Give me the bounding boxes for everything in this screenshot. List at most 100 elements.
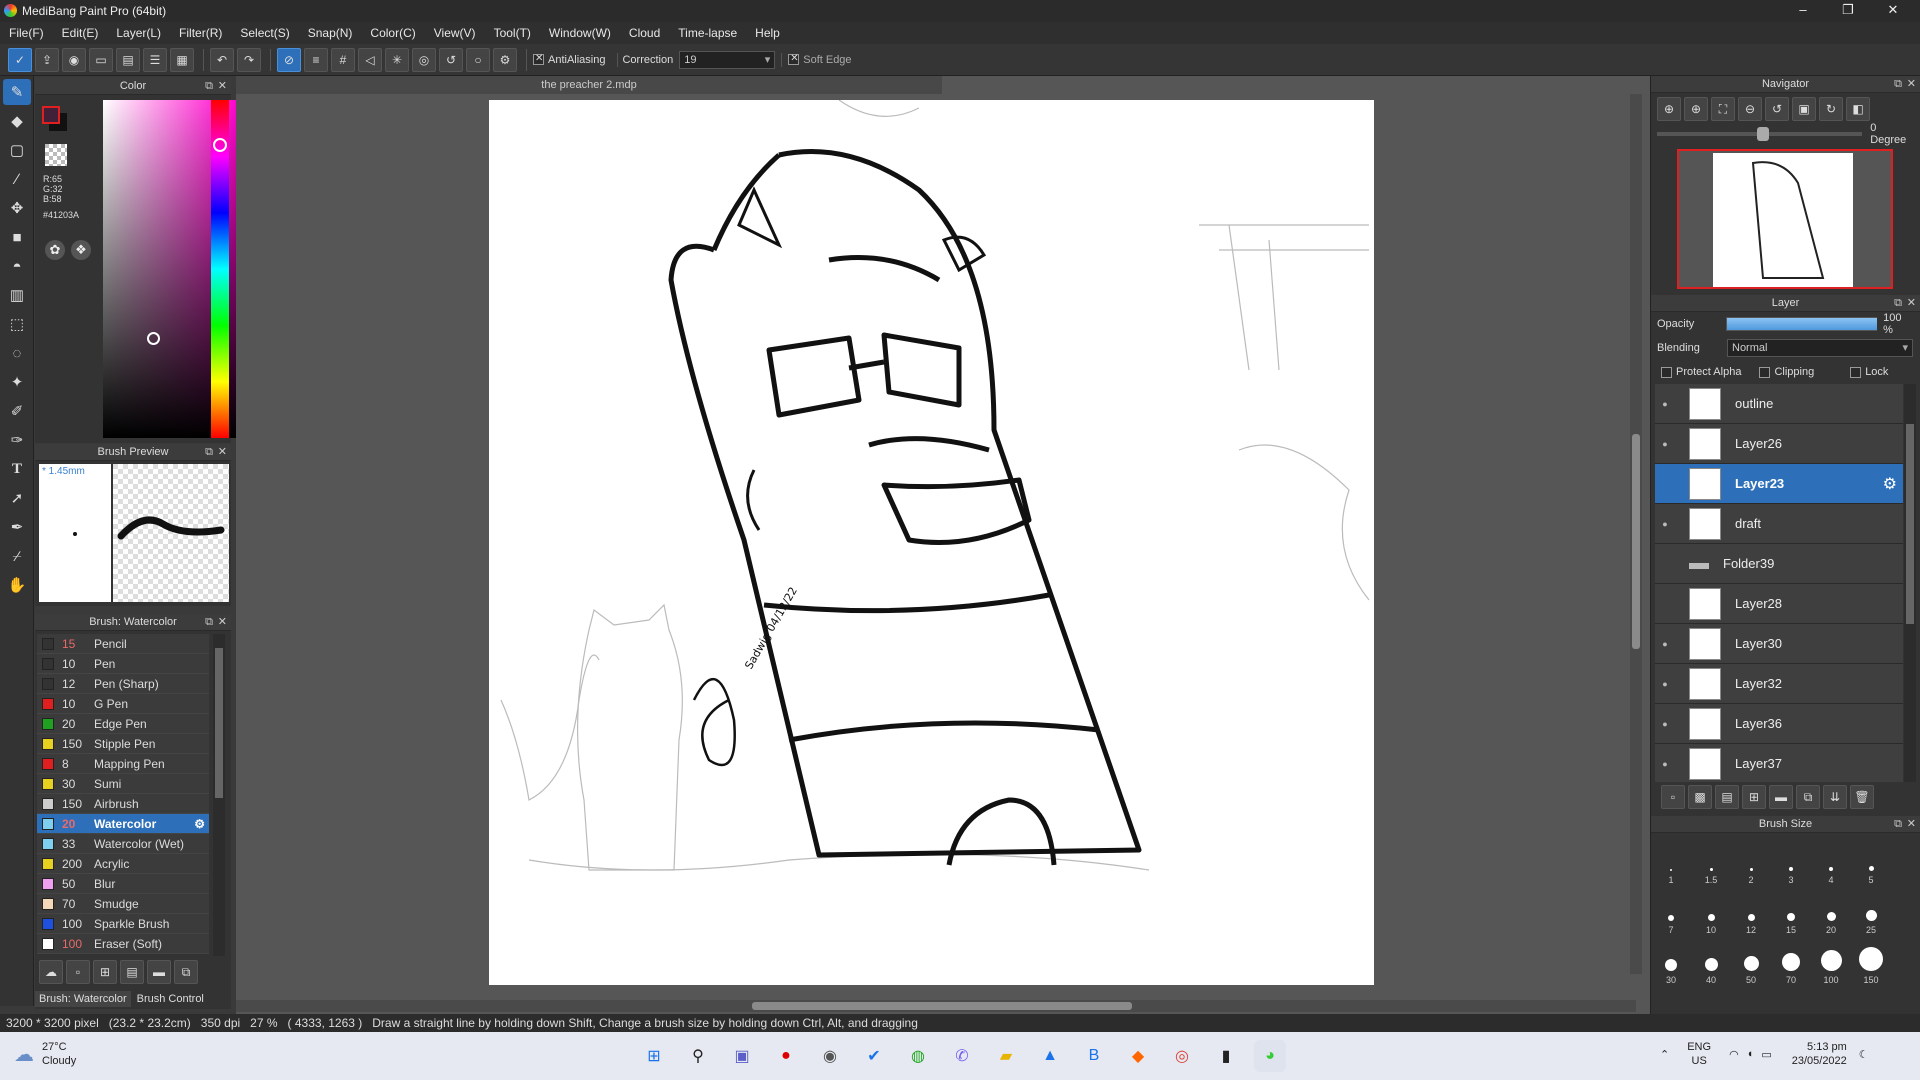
eraser-tool-icon[interactable]: ◆ — [3, 108, 31, 134]
operation-tool-icon[interactable]: ➚ — [3, 485, 31, 511]
todo-icon[interactable]: ✔ — [858, 1040, 890, 1072]
new-folder-icon[interactable]: ▬ — [1769, 785, 1793, 809]
line-tool-icon[interactable]: ∕ — [3, 166, 31, 192]
duplicate-layer-icon[interactable]: ⧉ — [1796, 785, 1820, 809]
layer-item[interactable]: ● Layer26 — [1655, 424, 1903, 464]
select-pen-tool-icon[interactable]: ✐ — [3, 398, 31, 424]
menu-select[interactable]: Select(S) — [231, 22, 298, 44]
layer-folder[interactable]: ▬ Folder39 — [1655, 544, 1903, 584]
menu-window[interactable]: Window(W) — [540, 22, 620, 44]
rotation-slider[interactable] — [1657, 127, 1863, 141]
volume-icon[interactable]: ◖ — [1747, 1048, 1754, 1060]
vertical-scroll-thumb[interactable] — [1632, 434, 1640, 649]
visibility-icon[interactable]: ● — [1655, 759, 1675, 769]
notification-icon[interactable]: ☾ — [1859, 1048, 1869, 1061]
record-icon[interactable]: ● — [770, 1040, 802, 1072]
lock-checkbox[interactable] — [1850, 366, 1862, 378]
redo-icon[interactable]: ↷ — [237, 47, 261, 72]
brush-item[interactable]: 200 Acrylic — [37, 854, 209, 874]
page-list-icon[interactable]: ☰ — [143, 47, 167, 72]
snap-cross-icon[interactable]: # — [331, 47, 355, 72]
detach-icon[interactable]: ⧉ — [1894, 295, 1902, 312]
snap-off-icon[interactable]: ⊘ — [277, 47, 301, 72]
battery-icon[interactable]: ▭ — [1761, 1048, 1771, 1061]
brush-item[interactable]: 10 Pen — [37, 654, 209, 674]
close-panel-icon[interactable]: ✕ — [1907, 295, 1916, 312]
brush-size-option[interactable]: 100 — [1811, 935, 1851, 985]
close-panel-icon[interactable]: ✕ — [1907, 816, 1916, 833]
flip-icon[interactable]: ◧ — [1846, 97, 1870, 121]
close-panel-icon[interactable]: ✕ — [218, 444, 227, 461]
snap-curve-icon[interactable]: ↺ — [439, 47, 463, 72]
layer-item[interactable]: ● outline — [1655, 384, 1903, 424]
opacity-slider[interactable] — [1726, 317, 1878, 331]
hue-slider[interactable] — [211, 100, 229, 438]
transparent-color-swatch[interactable] — [45, 144, 67, 166]
layer-item[interactable]: ● draft — [1655, 504, 1903, 544]
brush-item[interactable]: 150 Airbrush — [37, 794, 209, 814]
tab-brush[interactable]: Brush: Watercolor — [35, 991, 131, 1007]
close-panel-icon[interactable]: ✕ — [218, 78, 227, 95]
chat-icon[interactable]: ▣ — [726, 1040, 758, 1072]
rotate-right-icon[interactable]: ↻ — [1819, 97, 1843, 121]
tab-brush-control[interactable]: Brush Control — [131, 991, 210, 1007]
language-indicator[interactable]: ENG US — [1687, 1040, 1711, 1068]
visibility-icon[interactable]: ● — [1655, 519, 1675, 529]
brush-item[interactable]: 12 Pen (Sharp) — [37, 674, 209, 694]
layer-item[interactable]: ● Layer30 — [1655, 624, 1903, 664]
brush-item[interactable]: 100 Eraser (Soft) — [37, 934, 209, 954]
color-picker-handle[interactable] — [147, 332, 160, 345]
snap-settings-icon[interactable]: ⚙ — [493, 47, 517, 72]
start-icon[interactable]: ⊞ — [638, 1040, 670, 1072]
brave-icon[interactable]: ◆ — [1122, 1040, 1154, 1072]
layer-settings-gear-icon[interactable]: ⚙ — [1883, 474, 1897, 494]
brush-item[interactable]: 20 Watercolor ⚙ — [37, 814, 209, 834]
drawing-canvas[interactable]: Sadwig 04/12/22 — [489, 99, 1374, 985]
layer-item[interactable]: ● Layer37 — [1655, 744, 1903, 782]
snap-ellipse-icon[interactable]: ○ — [466, 47, 490, 72]
protect-alpha-checkbox[interactable] — [1661, 366, 1672, 378]
detach-icon[interactable]: ⧉ — [1894, 816, 1902, 833]
delete-layer-icon[interactable]: 🗑 — [1850, 785, 1874, 809]
brush-size-option[interactable]: 1.5 — [1691, 835, 1731, 885]
document-tab[interactable]: the preacher 2.mdp — [236, 76, 942, 94]
brush-item[interactable]: 70 Smudge — [37, 894, 209, 914]
brush-item[interactable]: 150 Stipple Pen — [37, 734, 209, 754]
text-tool-icon[interactable]: T — [3, 456, 31, 482]
new-layer-icon[interactable]: ▫ — [1661, 785, 1685, 809]
detach-icon[interactable]: ⧉ — [205, 78, 213, 95]
brush-size-option[interactable]: 40 — [1691, 935, 1731, 985]
magic-wand-tool-icon[interactable]: ✦ — [3, 369, 31, 395]
brush-item[interactable]: 30 Sumi — [37, 774, 209, 794]
snap-radial-icon[interactable]: ✳ — [385, 47, 409, 72]
wifi-icon[interactable]: ◠ — [1729, 1048, 1739, 1061]
brush-size-option[interactable]: 1 — [1651, 835, 1691, 885]
bing-icon[interactable]: B — [1078, 1040, 1110, 1072]
fit-page-icon[interactable]: ▣ — [1792, 97, 1816, 121]
gradient-tool-icon[interactable]: ▥ — [3, 282, 31, 308]
visibility-icon[interactable]: ● — [1655, 679, 1675, 689]
snap-circle-icon[interactable]: ◎ — [412, 47, 436, 72]
brush-item[interactable]: 8 Mapping Pen — [37, 754, 209, 774]
menu-timelapse[interactable]: Time-lapse — [669, 22, 746, 44]
brush-size-option[interactable]: 15 — [1771, 885, 1811, 935]
menu-edit[interactable]: Edit(E) — [53, 22, 108, 44]
navigator-preview[interactable] — [1677, 149, 1893, 289]
new-halftone-layer-icon[interactable]: ▩ — [1688, 785, 1712, 809]
grid-icon[interactable]: ▦ — [170, 47, 194, 72]
brush-size-option[interactable]: 25 — [1851, 885, 1891, 935]
comment-icon[interactable]: ◉ — [62, 47, 86, 72]
brush-item[interactable]: 20 Edge Pen — [37, 714, 209, 734]
brush-size-option[interactable]: 5 — [1851, 835, 1891, 885]
move-tool-icon[interactable]: ✥ — [3, 195, 31, 221]
visibility-icon[interactable]: ● — [1655, 399, 1675, 409]
terminal-icon[interactable]: ▮ — [1210, 1040, 1242, 1072]
select-eraser-tool-icon[interactable]: ✑ — [3, 427, 31, 453]
vertical-scrollbar[interactable] — [1630, 94, 1642, 974]
brush-item[interactable]: 33 Watercolor (Wet) — [37, 834, 209, 854]
brush-item[interactable]: 10 G Pen — [37, 694, 209, 714]
new-brush-icon[interactable]: ▫ — [66, 960, 90, 984]
close-button[interactable]: ✕ — [1873, 2, 1913, 20]
add-layer-menu-icon[interactable]: ⊞ — [1742, 785, 1766, 809]
close-panel-icon[interactable]: ✕ — [218, 614, 227, 631]
